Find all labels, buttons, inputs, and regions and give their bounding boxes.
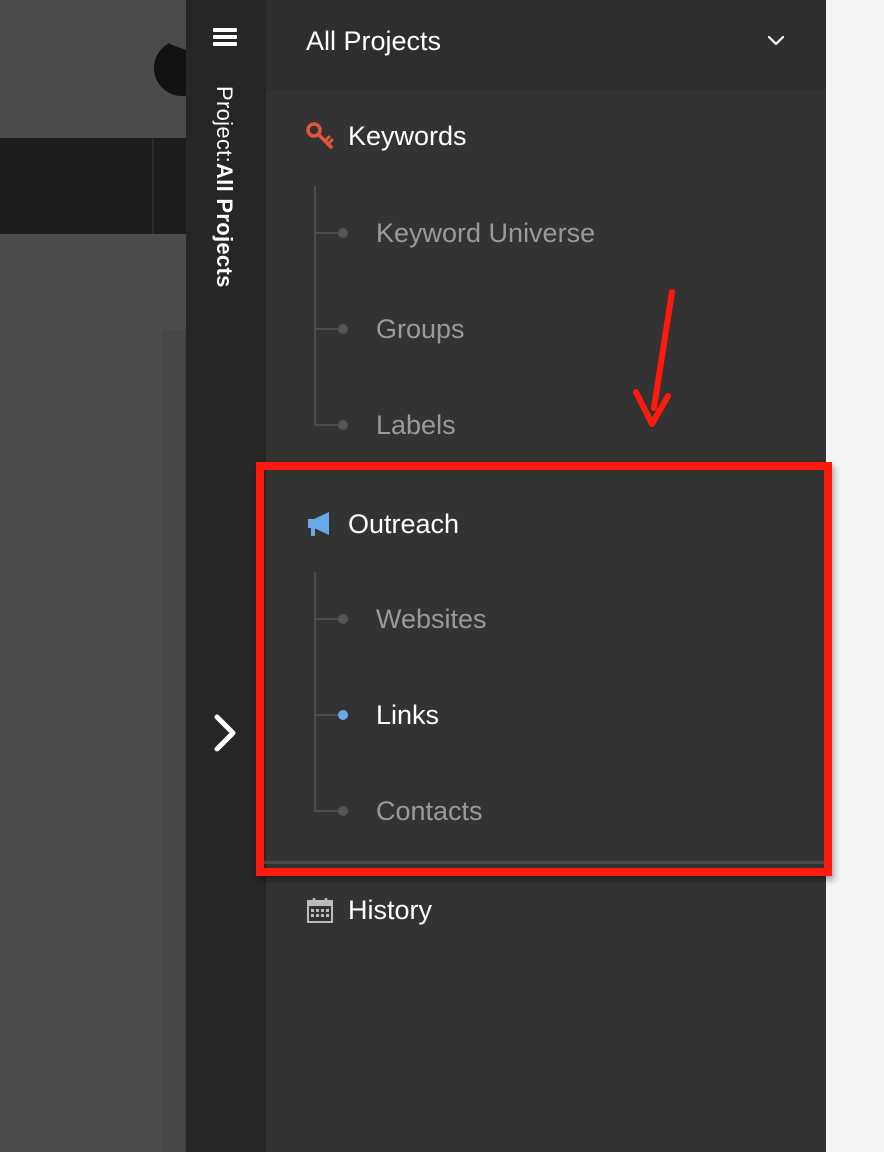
nav-item-contacts[interactable]: Contacts — [314, 786, 794, 836]
project-selector-label: All Projects — [306, 26, 442, 56]
nav-item-label: Groups — [376, 313, 465, 344]
sidebar-rail: Project:All Projects — [186, 0, 266, 1152]
project-prefix: Project: — [212, 86, 237, 163]
key-icon — [304, 120, 336, 152]
nav-item-label: Keyword Universe — [376, 217, 596, 248]
nav-item-label: Links — [376, 699, 440, 730]
bullet-dot — [338, 324, 348, 334]
nav-item-keyword-universe[interactable]: Keyword Universe — [314, 208, 794, 258]
project-name: All Projects — [212, 162, 237, 288]
chevron-right-icon[interactable] — [210, 712, 240, 754]
app-logo — [150, 30, 186, 100]
project-nav-panel: All Projects Keywords Keyword Universe G… — [266, 0, 826, 1152]
nav-section-label: Outreach — [348, 508, 460, 539]
calendar-icon — [304, 894, 336, 926]
bullet-dot — [338, 420, 348, 430]
megaphone-icon — [304, 508, 336, 540]
background-column — [162, 330, 186, 1152]
bullet-dot — [338, 614, 348, 624]
nav-item-label: Labels — [376, 409, 456, 440]
background-toolbar — [0, 138, 186, 234]
nav-section-label: Keywords — [348, 120, 467, 151]
nav-item-links[interactable]: Links — [314, 690, 794, 740]
nav-item-label: Contacts — [376, 795, 483, 826]
active-bullet-dot — [338, 710, 348, 720]
nav-section-history[interactable]: History — [304, 894, 432, 926]
nav-section-label: History — [348, 894, 433, 925]
nav-section-keywords[interactable]: Keywords — [304, 120, 467, 152]
chevron-down-icon — [766, 34, 786, 48]
page-background — [826, 0, 884, 1152]
rail-project-label: Project:All Projects — [211, 86, 237, 288]
nav-item-labels[interactable]: Labels — [314, 400, 794, 450]
hamburger-menu-icon[interactable] — [213, 28, 237, 50]
nav-item-groups[interactable]: Groups — [314, 304, 794, 354]
nav-item-label: Websites — [376, 603, 487, 634]
project-selector[interactable]: All Projects — [266, 0, 826, 90]
nav-item-websites[interactable]: Websites — [314, 594, 794, 644]
nav-section-outreach[interactable]: Outreach — [304, 508, 459, 540]
bullet-dot — [338, 806, 348, 816]
bullet-dot — [338, 228, 348, 238]
background-app — [0, 0, 186, 1152]
